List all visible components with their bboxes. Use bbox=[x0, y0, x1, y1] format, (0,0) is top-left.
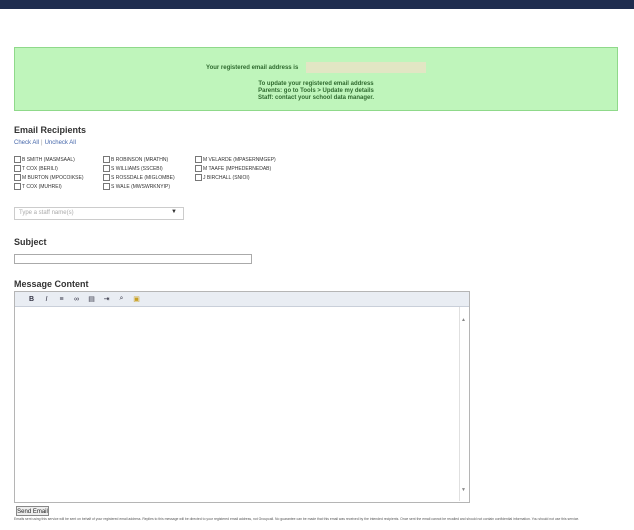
recipient-checkbox[interactable]: B ROBINSON (MRATHN) bbox=[103, 156, 168, 163]
staff-select[interactable]: Type a staff name(s) ▼ bbox=[14, 207, 184, 220]
uncheck-all-link[interactable]: Uncheck All bbox=[45, 140, 76, 146]
checkbox-icon[interactable] bbox=[14, 156, 21, 163]
recipient-checkbox[interactable]: B SMITH (MASMSAAL) bbox=[14, 156, 75, 163]
checkbox-icon[interactable] bbox=[14, 174, 21, 181]
checkbox-icon[interactable] bbox=[195, 174, 202, 181]
checkbox-icon[interactable] bbox=[103, 174, 110, 181]
chevron-down-icon[interactable]: ▼ bbox=[171, 209, 177, 215]
checkbox-icon[interactable] bbox=[14, 165, 21, 172]
checkbox-icon[interactable] bbox=[195, 165, 202, 172]
send-email-button[interactable]: Send Email bbox=[16, 506, 49, 516]
recipient-checkbox[interactable]: S ROSSDALE (MIGLOMBE) bbox=[103, 174, 175, 181]
check-links: Check All | Uncheck All bbox=[14, 140, 76, 146]
email-notice-banner: Your registered email address is To upda… bbox=[14, 47, 618, 111]
indent-icon[interactable]: ⇥ bbox=[102, 295, 111, 303]
notice-staff-text: Staff: contact your school data manager. bbox=[257, 95, 375, 101]
image-icon[interactable]: ▤ bbox=[87, 295, 96, 303]
check-all-link[interactable]: Check All bbox=[14, 140, 39, 146]
scroll-up-icon[interactable]: ▲ bbox=[461, 317, 466, 323]
bold-icon[interactable]: B bbox=[27, 296, 36, 303]
registered-email-value bbox=[305, 62, 426, 73]
checkbox-icon[interactable] bbox=[103, 165, 110, 172]
recipient-checkbox[interactable]: S WALE (MWSWRKNYIP) bbox=[103, 183, 170, 190]
checkbox-icon[interactable] bbox=[195, 156, 202, 163]
top-bar bbox=[0, 0, 634, 9]
notice-parents-text: Parents: go to Tools > Update my details bbox=[258, 88, 374, 94]
message-content-title: Message Content bbox=[14, 279, 89, 289]
recipient-checkbox[interactable]: J BIRCHALL (SNIOI) bbox=[195, 174, 250, 181]
recipient-checkbox[interactable]: M TAAFE (MPHEDERNEDAB) bbox=[195, 165, 271, 172]
editor-toolbar: B I ≡ ∞ ▤ ⇥ ⌕ ▣ bbox=[15, 292, 469, 307]
disclaimer-text: Emails sent using this service will be s… bbox=[14, 517, 580, 521]
staff-select-placeholder: Type a staff name(s) bbox=[19, 210, 74, 216]
editor-scrollbar[interactable]: ▲ ▼ bbox=[459, 307, 468, 501]
notice-registered-text: Your registered email address is bbox=[206, 65, 299, 72]
recipient-checkbox[interactable]: T COX (MUHREI) bbox=[14, 183, 62, 190]
link-icon[interactable]: ∞ bbox=[72, 296, 81, 303]
recipient-checkbox[interactable]: M VELARDE (MPASERNMGEP) bbox=[195, 156, 276, 163]
checkbox-icon[interactable] bbox=[103, 183, 110, 190]
subject-title: Subject bbox=[14, 237, 47, 247]
recipient-checkbox[interactable]: S WILLIAMS (SSCEBI) bbox=[103, 165, 163, 172]
message-editor[interactable]: B I ≡ ∞ ▤ ⇥ ⌕ ▣ ▲ ▼ bbox=[14, 291, 470, 503]
italic-icon[interactable]: I bbox=[42, 296, 51, 303]
paste-icon[interactable]: ▣ bbox=[132, 295, 141, 303]
checkbox-icon[interactable] bbox=[103, 156, 110, 163]
checkbox-icon[interactable] bbox=[14, 183, 21, 190]
notice-instructions: To update your registered email address … bbox=[15, 81, 617, 102]
find-icon[interactable]: ⌕ bbox=[117, 295, 126, 303]
recipient-checkbox[interactable]: T COX (BERILI) bbox=[14, 165, 58, 172]
email-recipients-title: Email Recipients bbox=[14, 125, 87, 135]
scroll-down-icon[interactable]: ▼ bbox=[461, 487, 466, 493]
subject-input[interactable] bbox=[14, 254, 252, 264]
list-icon[interactable]: ≡ bbox=[57, 296, 66, 303]
notice-line: Your registered email address is bbox=[15, 62, 617, 73]
recipient-checkbox[interactable]: M BURTON (MPOCOIKSE) bbox=[14, 174, 84, 181]
notice-update-text: To update your registered email address bbox=[258, 81, 374, 87]
